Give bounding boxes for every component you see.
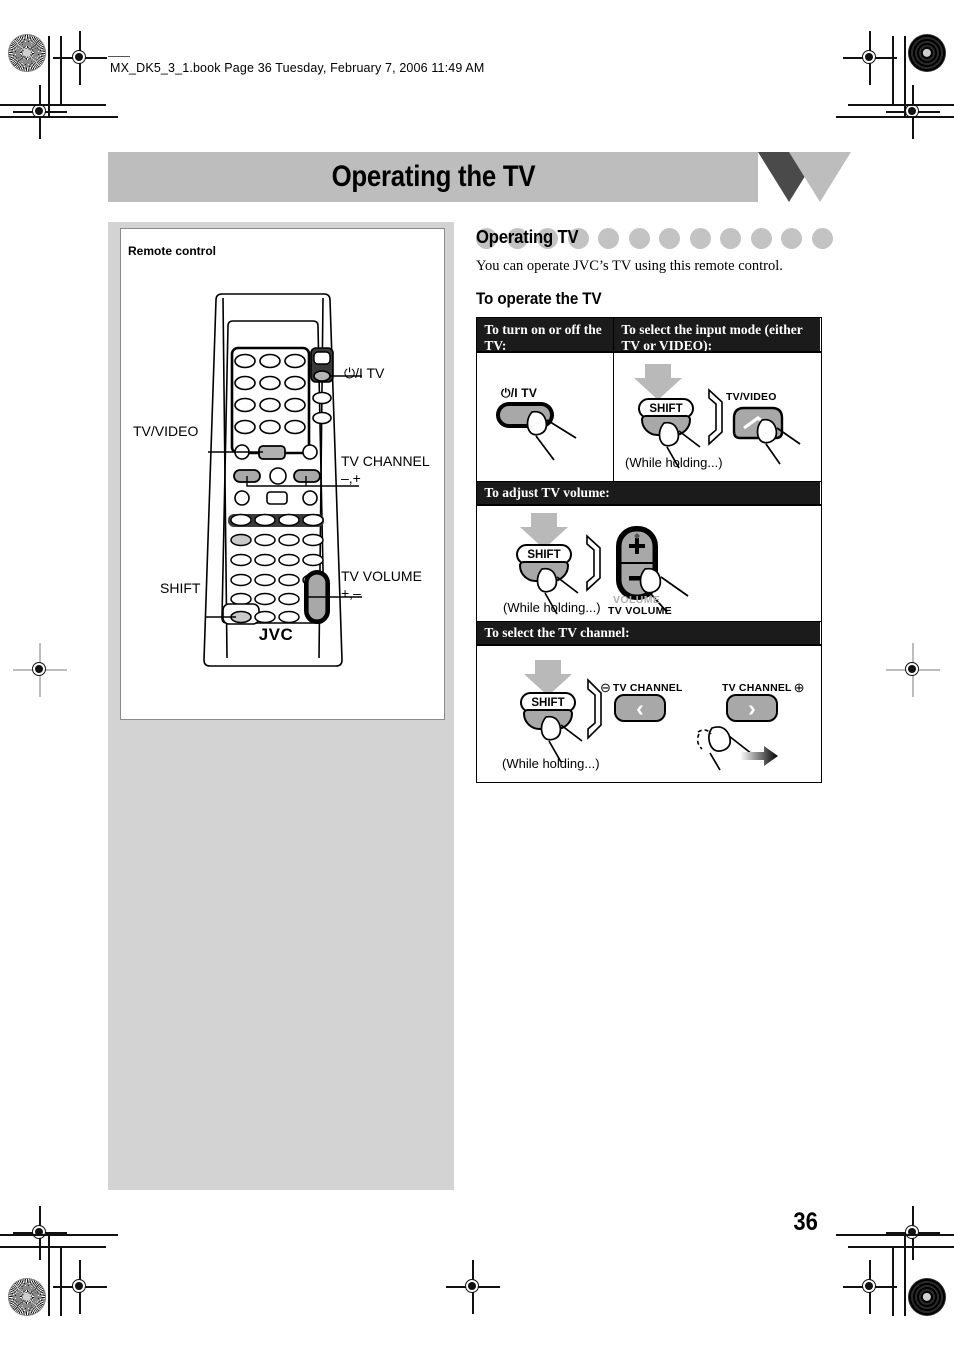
tv-volume-black-label: TV VOLUME xyxy=(608,605,672,617)
registration-mark-top-left xyxy=(53,31,107,85)
svg-text:JVC: JVC xyxy=(259,625,294,644)
registration-mark-bottom-center xyxy=(446,1260,500,1314)
trim-mark-top-right-v xyxy=(904,36,906,118)
remote-control-caption: Remote control xyxy=(128,244,217,258)
table-header-select-channel: To select the TV channel: xyxy=(477,622,821,645)
page-number: 36 xyxy=(793,1208,818,1236)
trim-mark-bottom-left-v2 xyxy=(60,1246,62,1316)
channel-press-finger-illustration xyxy=(696,726,778,771)
tv-channel-plus-label: TV CHANNEL xyxy=(722,681,792,694)
tv-channel-minus-labelgroup: ⊖ TV CHANNEL xyxy=(600,681,683,694)
callout-tv-video-label: TV/VIDEO xyxy=(133,423,199,439)
trim-mark-top-left-v2 xyxy=(60,36,62,106)
section-heading: Operating TV xyxy=(476,226,579,247)
trim-mark-bottom-left-h xyxy=(0,1234,118,1236)
registration-rosette-top-right xyxy=(908,34,946,72)
section-intro-text: You can operate JVC’s TV using this remo… xyxy=(476,258,783,274)
table-row3-header-underline xyxy=(477,644,821,646)
shift-arrow-stem-row2 xyxy=(531,513,557,527)
shift-arrow-stem-row3 xyxy=(535,660,561,674)
registration-mark-top-left-lower xyxy=(13,85,67,139)
then-press-arrow-row2 xyxy=(586,534,601,592)
registration-rosette-top-left xyxy=(8,34,46,72)
tv-channel-minus-icon: ⊖ xyxy=(600,680,611,695)
trim-mark-top-left-v xyxy=(48,36,50,118)
table-header-turn-on-off: To turn on or off the TV: xyxy=(477,318,615,353)
table-row2-header-underline xyxy=(477,504,821,506)
trim-mark-top-right-h2 xyxy=(848,104,954,106)
trim-mark-top-right-v2 xyxy=(892,36,894,106)
table-column-divider-row1 xyxy=(613,318,615,482)
trim-mark-bottom-right-v2 xyxy=(892,1246,894,1316)
registration-mark-top-right-lower xyxy=(886,85,940,139)
registration-mark-bottom-left-lower xyxy=(53,1260,107,1314)
callout-tv-volume-label: TV VOLUME xyxy=(341,568,422,584)
registration-rosette-bottom-right xyxy=(908,1278,946,1316)
trim-mark-top-left-h2 xyxy=(0,104,106,106)
banner-triangle-light xyxy=(789,152,851,202)
table-header-underline-row1 xyxy=(477,351,821,353)
tv-channel-plus-labelgroup: TV CHANNEL ⊕ xyxy=(722,681,805,694)
sub-heading: To operate the TV xyxy=(476,290,602,308)
registration-mark-bottom-right xyxy=(886,1206,940,1260)
callout-power-label: ⏻/I TV xyxy=(344,365,385,381)
while-holding-label-row2: (While holding...) xyxy=(503,600,601,615)
shift-arrow-stem-row1 xyxy=(645,364,671,378)
page-title: Operating the TV xyxy=(108,152,758,202)
while-holding-label-row3: (While holding...) xyxy=(502,756,600,771)
trim-mark-bottom-right-h2 xyxy=(848,1246,954,1248)
tv-channel-minus-label: TV CHANNEL xyxy=(612,681,683,694)
registration-rosette-bottom-left xyxy=(8,1278,46,1316)
registration-mark-bottom-left xyxy=(13,1206,67,1260)
tv-video-button-illustration xyxy=(732,406,801,465)
trim-mark-bottom-right-h xyxy=(836,1234,954,1236)
callout-tv-volume-sub: +,– xyxy=(341,585,361,601)
then-press-arrow-row1 xyxy=(708,388,723,446)
registration-mark-right-middle xyxy=(886,643,940,697)
shift-arrow-head-row1 xyxy=(634,378,682,400)
tv-channel-minus-button[interactable]: ‹ xyxy=(614,694,666,722)
file-header-rule xyxy=(108,56,130,58)
callout-tv-channel-sub: –,+ xyxy=(341,470,361,486)
file-header-text: MX_DK5_3_1.book Page 36 Tuesday, Februar… xyxy=(110,61,485,75)
page-title-text: Operating the TV xyxy=(331,160,535,193)
trim-mark-bottom-left-h2 xyxy=(0,1246,106,1248)
tv-channel-plus-icon: ⊕ xyxy=(793,680,805,695)
power-button-illustration xyxy=(496,402,577,461)
tv-channel-plus-button[interactable]: › xyxy=(726,694,778,722)
trim-mark-top-right-h xyxy=(836,116,954,118)
registration-mark-top-right xyxy=(843,31,897,85)
table-header-input-mode: To select the input mode (either TV or V… xyxy=(614,318,821,353)
registration-mark-left-middle xyxy=(13,643,67,697)
table-header-adjust-volume: To adjust TV volume: xyxy=(477,482,821,505)
remote-control-illustration: JVC xyxy=(203,293,343,667)
callout-tv-channel-label: TV CHANNEL xyxy=(341,453,430,469)
while-holding-label-row1: (While holding...) xyxy=(625,455,723,470)
registration-mark-bottom-right-lower xyxy=(843,1260,897,1314)
trim-mark-top-left-h xyxy=(0,116,118,118)
callout-shift-label: SHIFT xyxy=(160,580,201,596)
tv-video-button-label: TV/VIDEO xyxy=(726,391,777,403)
